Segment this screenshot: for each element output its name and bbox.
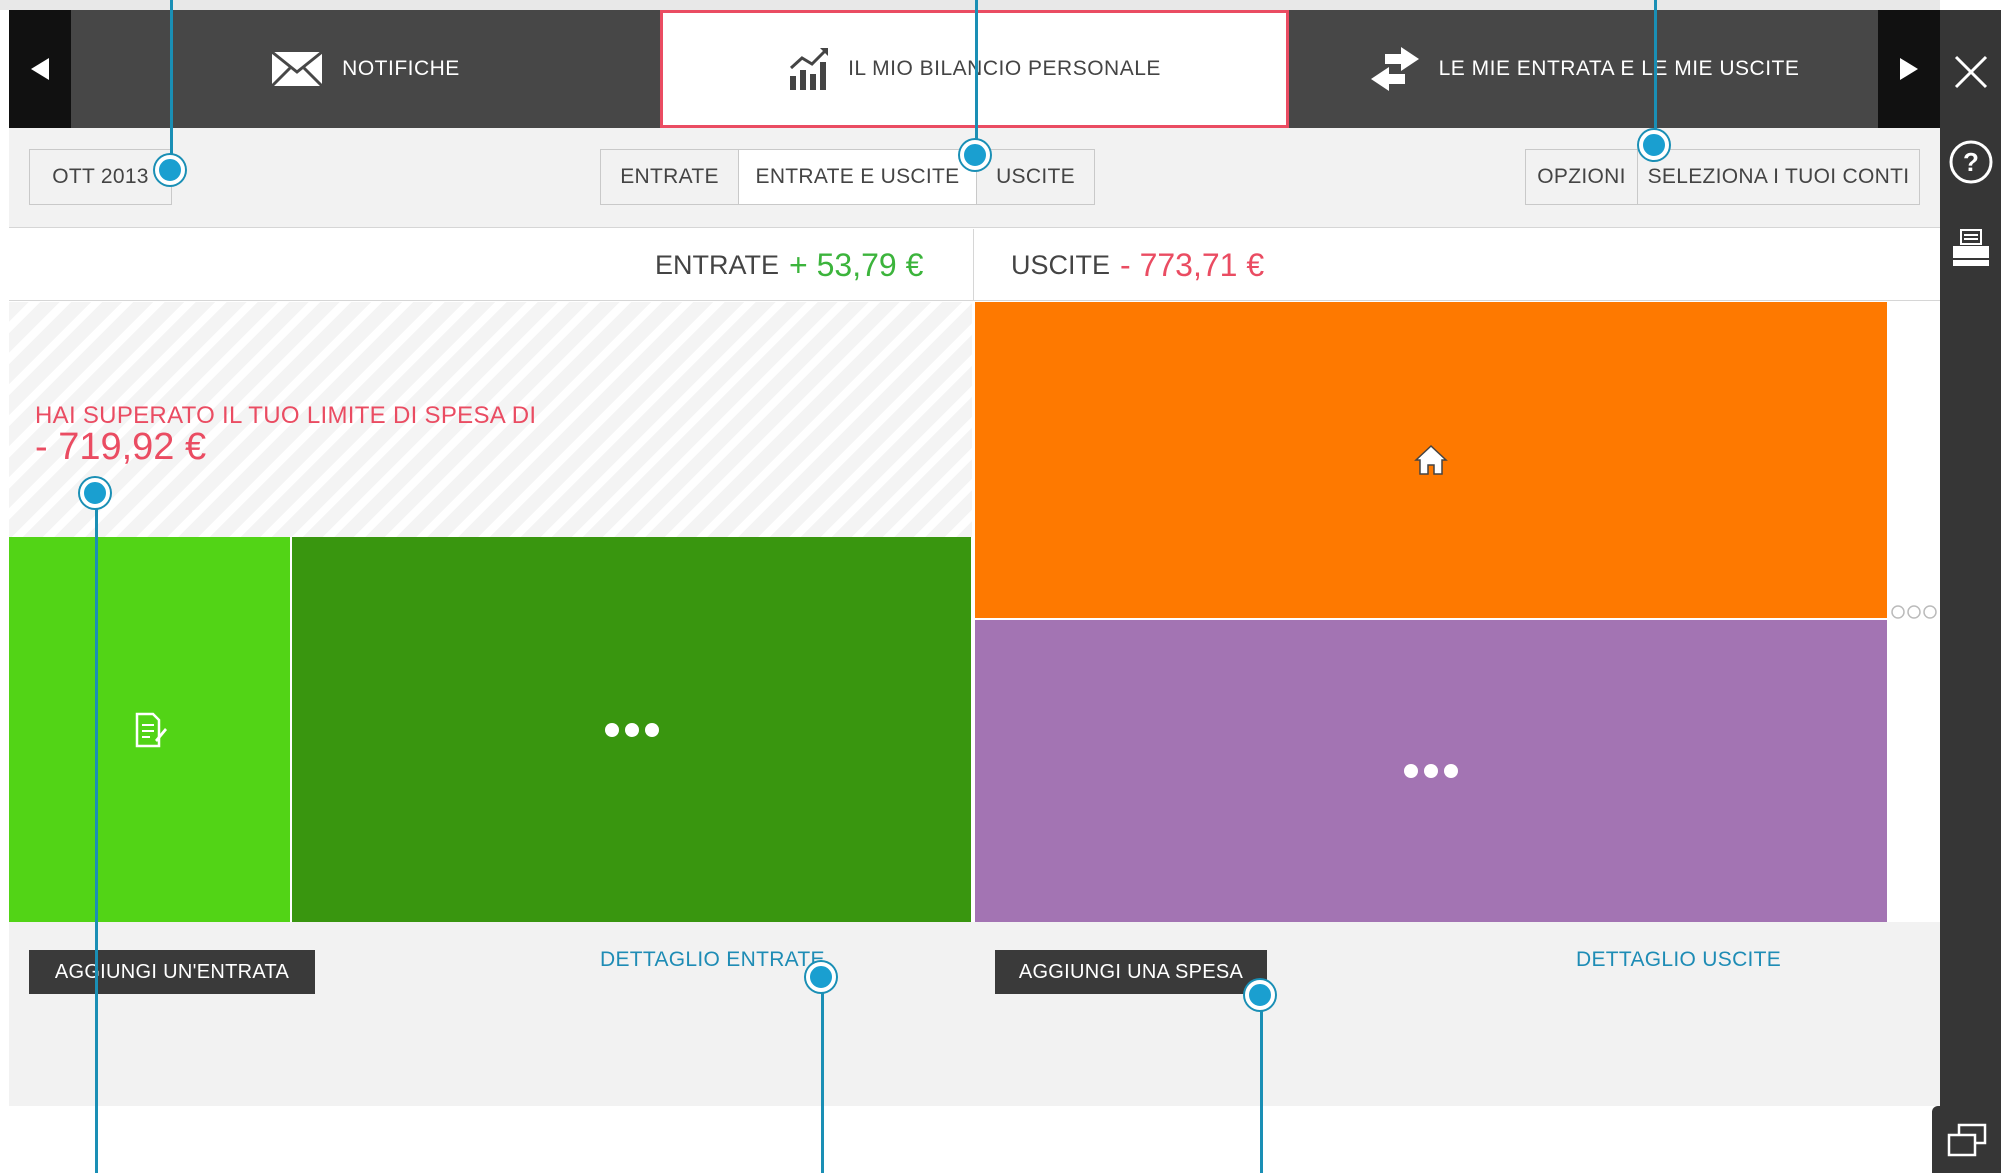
select-accounts-button[interactable]: SELEZIONA I TUOI CONTI	[1637, 149, 1920, 205]
tab-income-expenses[interactable]: LE MIE ENTRATA E LE MIE USCITE	[1290, 10, 1878, 128]
period-label: OTT 2013	[52, 165, 149, 188]
add-expense-label: AGGIUNGI UNA SPESA	[1018, 960, 1244, 983]
totals-bar	[9, 229, 1940, 301]
filter-expense-button[interactable]: USCITE	[976, 149, 1095, 205]
callout-marker	[155, 155, 185, 185]
help-icon: ?	[1949, 140, 1992, 184]
expense-total: USCITE - 773,71 €	[1011, 229, 1264, 301]
expense-more-block[interactable]	[975, 620, 1887, 922]
document-edit-icon	[135, 712, 167, 747]
top-strip	[0, 0, 1940, 10]
options-button[interactable]: OPZIONI	[1525, 149, 1638, 205]
tab-next-button[interactable]	[1878, 10, 1940, 128]
app-window: NOTIFICHE IL MIO BILANCIO PERSONALE LE M…	[0, 0, 2001, 1173]
income-total: ENTRATE + 53,79 €	[655, 229, 923, 301]
income-category-block[interactable]	[9, 537, 290, 922]
print-button[interactable]	[1940, 218, 2001, 278]
totals-divider	[973, 229, 974, 301]
more-dots-icon	[1890, 605, 1937, 619]
callout-line	[1654, 0, 1657, 133]
filter-income-button[interactable]: ENTRATE	[600, 149, 739, 205]
add-income-button[interactable]: AGGIUNGI UN'ENTRATA	[29, 950, 315, 994]
home-icon	[1414, 444, 1448, 475]
add-expense-button[interactable]: AGGIUNGI UNA SPESA	[995, 950, 1267, 994]
period-selector[interactable]: OTT 2013	[29, 149, 172, 205]
callout-marker	[960, 140, 990, 170]
select-accounts-label: SELEZIONA I TUOI CONTI	[1647, 165, 1910, 188]
window-restore-button[interactable]	[1932, 1106, 2001, 1173]
tab-prev-button[interactable]	[9, 10, 71, 128]
more-dots-icon	[1404, 764, 1458, 778]
callout-marker	[1639, 130, 1669, 160]
more-dots-icon	[604, 722, 659, 737]
tab-label: IL MIO BILANCIO PERSONALE	[848, 57, 1161, 80]
income-total-label: ENTRATE	[655, 249, 780, 280]
callout-line	[975, 0, 978, 143]
limit-exceeded-amount: - 719,92 €	[35, 426, 207, 468]
income-more-block[interactable]	[292, 537, 971, 922]
arrow-left-icon	[31, 58, 49, 80]
expense-overflow-strip[interactable]	[1887, 302, 1940, 922]
expense-total-label: USCITE	[1011, 249, 1111, 280]
close-icon	[1954, 55, 1987, 89]
arrow-right-icon	[1900, 58, 1918, 80]
swap-arrows-icon	[1370, 47, 1419, 91]
callout-marker	[80, 478, 110, 508]
tab-label: NOTIFICHE	[342, 57, 460, 80]
svg-text:?: ?	[1963, 147, 1979, 177]
filter-income-expense-button[interactable]: ENTRATE E USCITE	[738, 149, 977, 205]
filter-label: ENTRATE E USCITE	[755, 165, 960, 188]
filter-label: USCITE	[996, 165, 1075, 188]
close-button[interactable]	[1940, 40, 2001, 104]
income-total-amount: + 53,79 €	[789, 246, 924, 283]
callout-line	[95, 495, 98, 1173]
envelope-icon	[271, 50, 324, 88]
tab-notifications[interactable]: NOTIFICHE	[71, 10, 659, 128]
expense-category-block[interactable]	[975, 302, 1887, 618]
filter-label: ENTRATE	[620, 165, 719, 188]
chart-growth-icon	[790, 48, 829, 90]
add-income-label: AGGIUNGI UN'ENTRATA	[54, 960, 290, 983]
print-icon	[1952, 229, 1989, 266]
expense-total-amount: - 773,71 €	[1120, 246, 1265, 283]
window-restore-icon	[1947, 1123, 1986, 1156]
help-button[interactable]: ?	[1940, 130, 2001, 194]
callout-line	[821, 978, 824, 1173]
callout-line	[170, 0, 173, 158]
options-label: OPZIONI	[1537, 165, 1626, 188]
callout-line	[1260, 998, 1263, 1173]
callout-marker	[806, 962, 836, 992]
tab-label: LE MIE ENTRATA E LE MIE USCITE	[1438, 57, 1800, 80]
expense-detail-link[interactable]: DETTAGLIO USCITE	[1576, 948, 1781, 972]
income-detail-link[interactable]: DETTAGLIO ENTRATE	[600, 948, 825, 972]
callout-marker	[1245, 980, 1275, 1010]
